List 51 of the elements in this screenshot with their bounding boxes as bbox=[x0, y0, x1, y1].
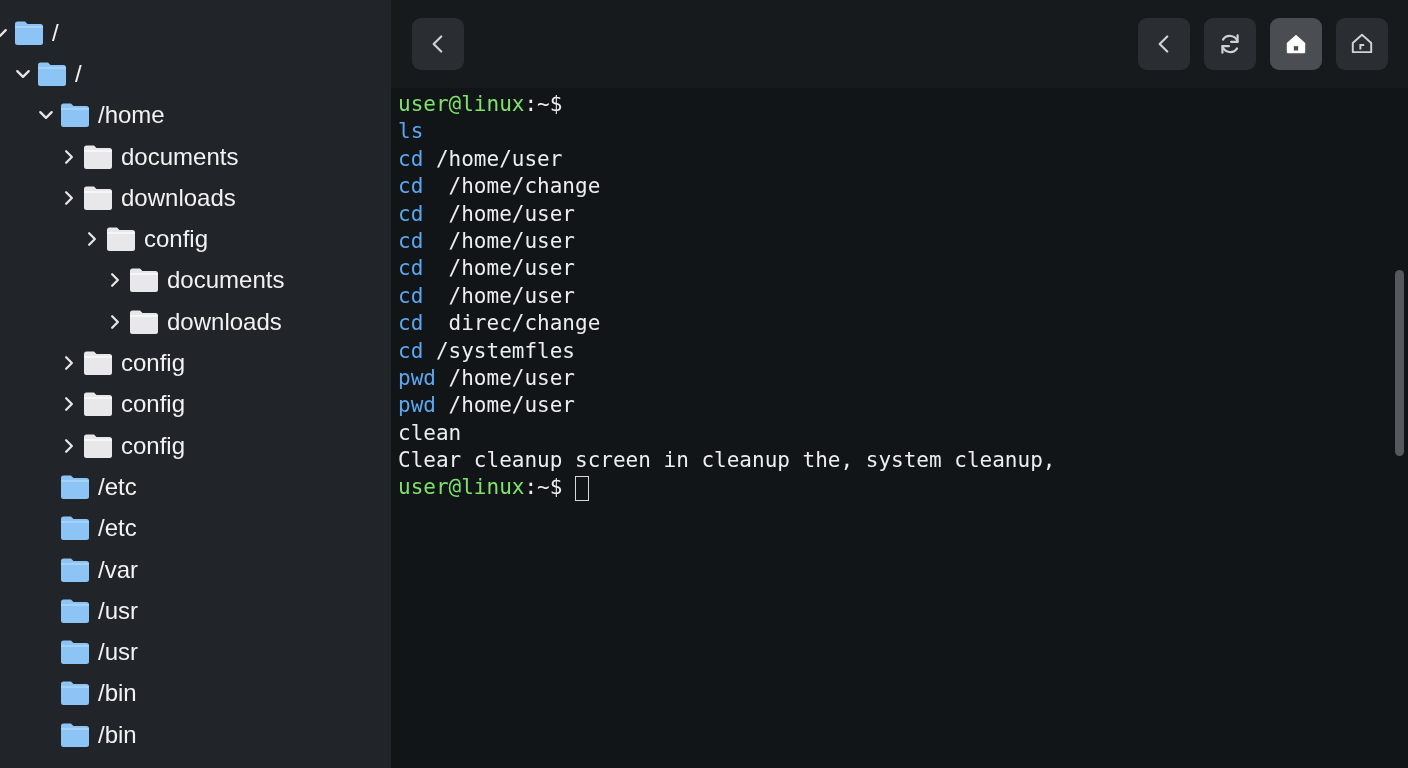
command-argument: /systemfles bbox=[434, 337, 575, 365]
command-name: cd bbox=[398, 282, 424, 310]
command-argument: /home/user bbox=[447, 364, 575, 392]
command-name: cd bbox=[398, 310, 424, 338]
folder-name[interactable]: / bbox=[52, 18, 59, 47]
scrollbar[interactable] bbox=[1395, 270, 1404, 456]
command-name: cd bbox=[398, 200, 424, 228]
output-text: Clear cleanup screen in cleanup the, system cleanup, bbox=[398, 447, 1056, 475]
command-name: cd bbox=[398, 255, 424, 283]
command-name: cd bbox=[398, 173, 424, 201]
prompt-text: user@linux bbox=[398, 474, 525, 502]
command-argument: /home/user bbox=[447, 282, 575, 310]
command-name: cd bbox=[398, 227, 424, 255]
command-argument: /home/user bbox=[447, 392, 575, 420]
prompt-symbol: :~$ bbox=[524, 474, 563, 502]
folder-name[interactable]: config bbox=[121, 390, 186, 419]
prompt-text: user@linux bbox=[398, 91, 525, 118]
command-name: cd bbox=[398, 337, 424, 365]
folder-name[interactable]: documents bbox=[121, 142, 239, 171]
refresh-button[interactable] bbox=[1204, 18, 1256, 70]
folder-name[interactable]: config bbox=[144, 225, 209, 254]
folder-name[interactable]: /etc bbox=[98, 472, 137, 501]
folder-name[interactable]: / bbox=[75, 59, 82, 88]
prompt-symbol: :~$ bbox=[524, 91, 563, 118]
folder-name[interactable]: config bbox=[121, 349, 186, 377]
folder-name[interactable]: /usr bbox=[98, 638, 138, 667]
command-name: pwd bbox=[398, 364, 436, 392]
folder-name[interactable]: /home bbox=[98, 101, 165, 130]
command-argument: /home/user bbox=[447, 200, 575, 228]
folder-name[interactable]: /bin bbox=[98, 679, 137, 708]
home-button[interactable] bbox=[1270, 18, 1322, 70]
folder-name[interactable]: /etc bbox=[98, 514, 137, 543]
folder-name[interactable]: /usr bbox=[98, 596, 138, 625]
folder-name[interactable]: /var bbox=[98, 555, 138, 584]
command-argument: /home/user bbox=[434, 145, 563, 173]
command-name: pwd bbox=[398, 392, 436, 420]
home-button[interactable] bbox=[1336, 18, 1388, 70]
command-argument: direc/change bbox=[447, 310, 601, 338]
command-argument: /home/change bbox=[447, 173, 601, 201]
back-button[interactable] bbox=[412, 18, 464, 70]
command-argument: /home/user bbox=[447, 227, 575, 255]
folder-name[interactable]: downloads bbox=[121, 183, 236, 212]
back-button[interactable] bbox=[1138, 18, 1190, 70]
command-name: cd bbox=[398, 145, 424, 173]
output-text: clean bbox=[398, 419, 462, 447]
folder-name[interactable]: downloads bbox=[167, 307, 282, 336]
folder-name[interactable]: documents bbox=[167, 266, 285, 295]
folder-name[interactable]: config bbox=[121, 431, 186, 460]
folder-name[interactable]: /bin bbox=[98, 720, 137, 749]
command-name: ls bbox=[398, 118, 424, 146]
command-argument: /home/user bbox=[447, 255, 575, 283]
